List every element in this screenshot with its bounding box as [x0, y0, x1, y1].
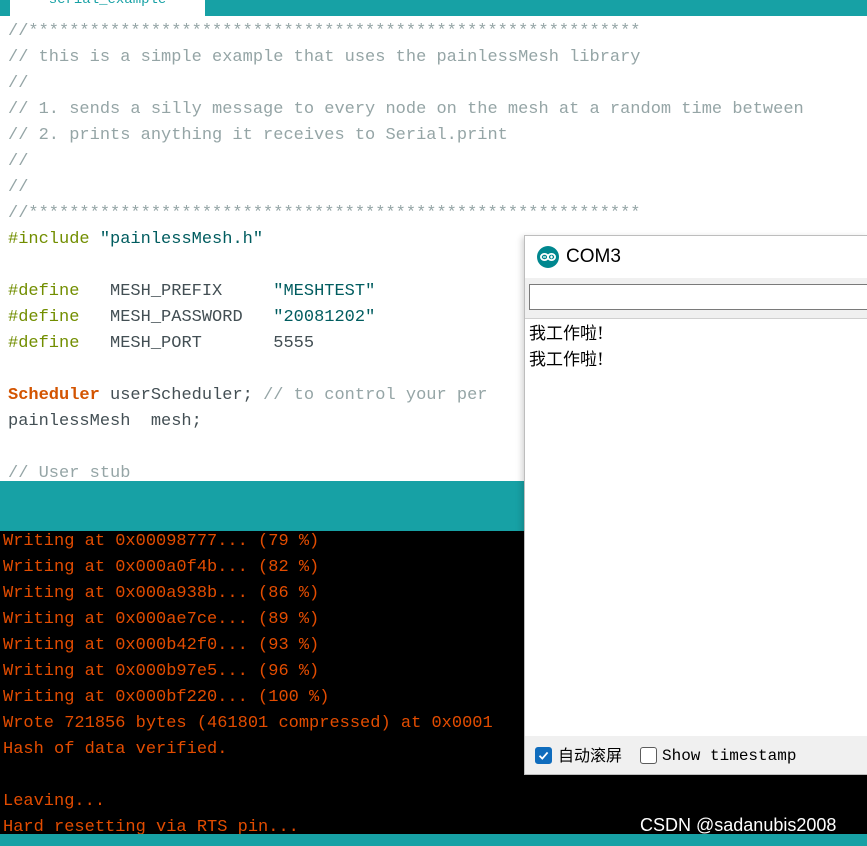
code-token: #define	[8, 334, 80, 353]
code-line: //**************************************…	[8, 201, 641, 227]
console-line: Wrote 721856 bytes (461801 compressed) a…	[3, 714, 493, 733]
send-input-bar	[525, 278, 867, 318]
console-line: Writing at 0x000bf220... (100 %)	[3, 688, 330, 707]
code-token: //	[8, 178, 29, 197]
console-line: Leaving...	[3, 792, 106, 811]
console-line: Writing at 0x000b42f0... (93 %)	[3, 636, 320, 655]
code-token: MESH_PREFIX	[79, 282, 274, 301]
serial-output-line: 我工作啦!	[529, 350, 604, 370]
console-line: Writing at 0x000a0f4b... (82 %)	[3, 558, 320, 577]
code-token: Scheduler	[8, 386, 100, 405]
code-line: // User stub	[8, 461, 130, 481]
code-line: #define MESH_PASSWORD "20081202"	[8, 305, 375, 331]
code-token: //	[8, 152, 29, 171]
serial-monitor-title: COM3	[566, 246, 621, 267]
console-line: Hard resetting via RTS pin...	[3, 818, 299, 834]
code-line: //	[8, 71, 28, 97]
console-line: Writing at 0x00098777... (79 %)	[3, 532, 320, 551]
code-token: //**************************************…	[8, 22, 641, 41]
tab-bar: serial_example	[0, 0, 867, 16]
serial-monitor-titlebar[interactable]: COM3	[525, 236, 867, 278]
code-token: //**************************************…	[8, 204, 641, 223]
autoscroll-label[interactable]: 自动滚屏	[558, 744, 622, 768]
show-timestamp-label[interactable]: Show timestamp	[662, 744, 796, 768]
show-timestamp-checkbox[interactable]	[640, 747, 657, 764]
code-token: MESH_PASSWORD	[79, 308, 274, 327]
serial-monitor-footer: 自动滚屏 Show timestamp	[525, 736, 867, 774]
serial-send-input[interactable]	[529, 284, 867, 310]
serial-output-area[interactable]: 我工作啦! 我工作啦!	[525, 318, 867, 737]
code-token: //	[8, 74, 29, 93]
code-line: #define MESH_PORT 5555	[8, 331, 314, 357]
code-line: #include "painlessMesh.h"	[8, 227, 263, 253]
code-token: "20081202"	[273, 308, 376, 327]
code-line: // this is a simple example that uses th…	[8, 45, 641, 71]
code-token: "painlessMesh.h"	[99, 230, 264, 249]
code-line: //**************************************…	[8, 19, 641, 45]
console-line: Writing at 0x000b97e5... (96 %)	[3, 662, 320, 681]
code-line: painlessMesh mesh;	[8, 409, 202, 435]
code-token: // to control your per	[263, 386, 488, 405]
code-token: userScheduler;	[99, 386, 264, 405]
code-token: // 1. sends a silly message to every nod…	[8, 100, 804, 119]
code-line: Scheduler userScheduler; // to control y…	[8, 383, 488, 409]
code-token: // User stub	[8, 464, 131, 481]
console-line: Hash of data verified.	[3, 740, 228, 759]
code-line: #define MESH_PREFIX "MESHTEST"	[8, 279, 375, 305]
arduino-logo-icon	[537, 246, 559, 268]
code-token: #define	[8, 282, 80, 301]
code-line: // 2. prints anything it receives to Ser…	[8, 123, 508, 149]
code-line: //	[8, 149, 28, 175]
autoscroll-checkbox[interactable]	[535, 747, 552, 764]
console-line: Writing at 0x000a938b... (86 %)	[3, 584, 320, 603]
code-token: #include	[8, 230, 100, 249]
code-line: //	[8, 175, 28, 201]
code-line: // 1. sends a silly message to every nod…	[8, 97, 804, 123]
tab-sketch[interactable]: serial_example	[10, 0, 205, 16]
code-token: // 2. prints anything it receives to Ser…	[8, 126, 508, 145]
checkmark-icon	[538, 751, 549, 760]
code-token: // this is a simple example that uses th…	[8, 48, 641, 67]
console-line: Writing at 0x000ae7ce... (89 %)	[3, 610, 320, 629]
serial-monitor-window: COM3 我工作啦! 我工作啦! 自动滚屏 Show timestamp	[524, 235, 867, 775]
code-token: painlessMesh mesh;	[8, 412, 202, 431]
code-token: #define	[8, 308, 80, 327]
code-token: MESH_PORT 5555	[79, 334, 315, 353]
watermark-text: CSDN @sadanubis2008	[640, 815, 837, 835]
code-token: "MESHTEST"	[273, 282, 376, 301]
serial-output-line: 我工作啦!	[529, 324, 604, 344]
